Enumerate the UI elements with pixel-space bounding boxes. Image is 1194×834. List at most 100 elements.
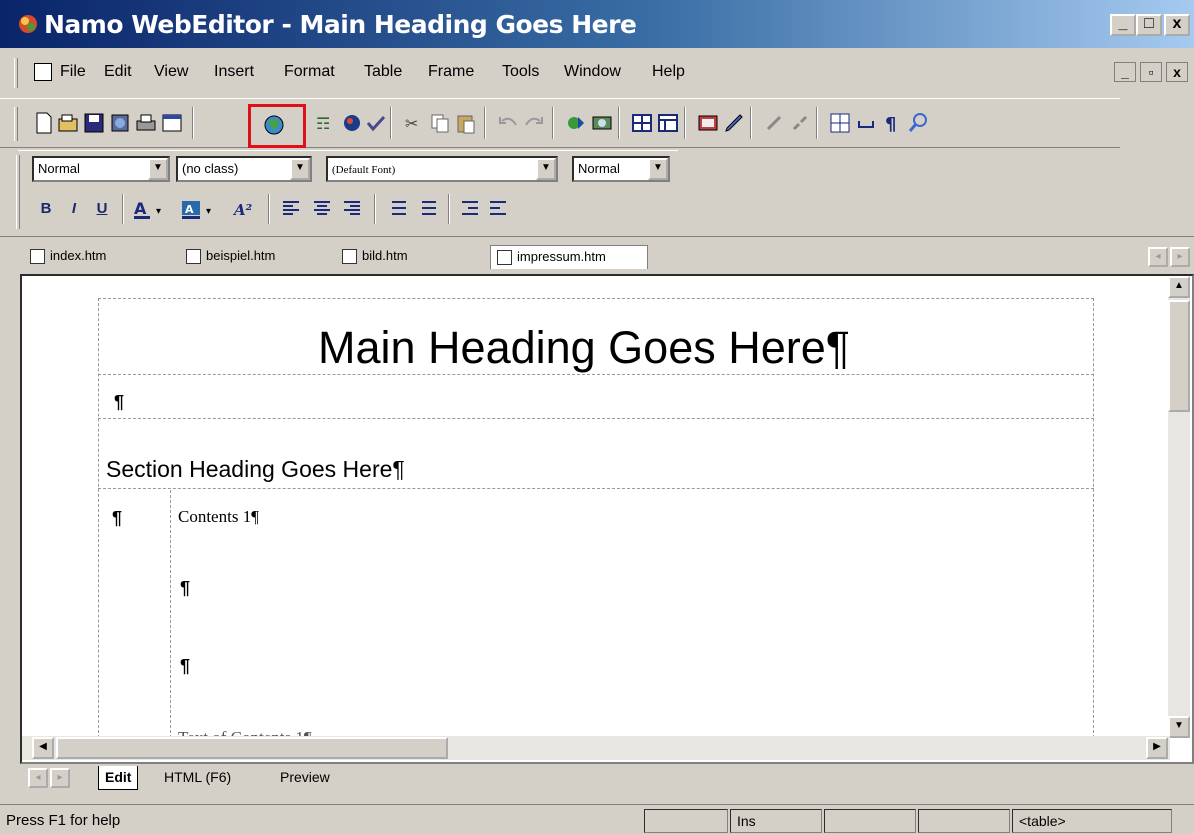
tab-html[interactable]: HTML (F6) <box>158 766 237 790</box>
font-size-select[interactable]: Normal ▼ <box>572 156 670 182</box>
minimize-button[interactable]: _ <box>1110 14 1136 36</box>
spelling-icon[interactable]: ☶ <box>314 111 338 135</box>
font-select[interactable]: (Default Font) ▼ <box>326 156 558 182</box>
font-size-icon[interactable]: A² <box>232 198 262 220</box>
menu-help[interactable]: Help <box>652 63 685 81</box>
chevron-down-icon[interactable]: ▼ <box>648 158 668 180</box>
toolbar-grip[interactable] <box>14 107 18 141</box>
new-page-icon[interactable] <box>32 111 56 135</box>
doc-minimize-button[interactable]: _ <box>1114 62 1136 82</box>
tab-scroll-right-icon[interactable]: ▸ <box>1170 247 1190 267</box>
formatting-grip[interactable] <box>16 155 20 229</box>
paragraph-style-value: Normal <box>38 161 80 176</box>
insert-table-icon[interactable] <box>630 111 654 135</box>
link-icon[interactable] <box>762 111 786 135</box>
menubar-grip[interactable] <box>14 58 18 88</box>
chevron-down-icon[interactable]: ▼ <box>148 158 168 180</box>
menu-window[interactable]: Window <box>564 63 621 81</box>
tab-label: impressum.htm <box>517 249 606 264</box>
mode-scroll-right-icon[interactable]: ▸ <box>50 768 70 788</box>
check-icon[interactable] <box>364 111 388 135</box>
insert-form-icon[interactable] <box>696 111 720 135</box>
tab-bild[interactable]: bild.htm <box>336 245 486 269</box>
menu-table[interactable]: Table <box>364 63 402 81</box>
scroll-left-icon[interactable]: ◀ <box>32 737 54 759</box>
contents-text[interactable]: Contents 1¶ <box>178 507 259 527</box>
font-color-icon[interactable]: A ▾ <box>132 198 178 220</box>
line-break-icon[interactable] <box>854 111 878 135</box>
paste-icon[interactable] <box>454 111 478 135</box>
mode-scroll-left-icon[interactable]: ◂ <box>28 768 48 788</box>
title-bar: Namo WebEditor - Main Heading Goes Here … <box>0 0 1194 48</box>
copy-icon[interactable] <box>428 111 452 135</box>
document-icon[interactable] <box>34 63 52 81</box>
scroll-right-icon[interactable]: ▶ <box>1146 737 1168 759</box>
namo-app-icon[interactable] <box>16 13 40 35</box>
empty-paragraph[interactable]: ¶ <box>180 578 190 599</box>
html-page-icon <box>186 249 201 264</box>
doc-close-button[interactable]: x <box>1166 62 1188 82</box>
cut-icon[interactable]: ✂ <box>402 111 426 135</box>
view-mode-tabs: ◂ ▸ Edit HTML (F6) Preview <box>20 766 1194 792</box>
save-icon[interactable] <box>82 111 106 135</box>
page-properties-icon[interactable] <box>160 111 184 135</box>
vertical-scroll-thumb[interactable] <box>1168 300 1190 412</box>
highlight-color-icon[interactable]: A ▾ <box>180 198 226 220</box>
unlink-icon[interactable] <box>788 111 812 135</box>
tab-beispiel[interactable]: beispiel.htm <box>180 245 330 269</box>
horizontal-scrollbar[interactable]: ◀ ▶ <box>22 736 1170 760</box>
menu-tools[interactable]: Tools <box>502 63 539 81</box>
close-button[interactable]: x <box>1164 14 1190 36</box>
insert-image-icon[interactable] <box>564 111 588 135</box>
status-pane-3 <box>824 809 916 833</box>
indent-icon <box>490 201 506 215</box>
find-icon[interactable] <box>906 111 930 135</box>
section-heading[interactable]: Section Heading Goes Here¶ <box>106 456 405 483</box>
paragraph-marks-icon[interactable]: ¶ <box>880 111 904 135</box>
font-size-value: Normal <box>578 161 620 176</box>
vertical-scrollbar[interactable]: ▲ ▼ <box>1168 276 1190 738</box>
empty-paragraph[interactable]: ¶ <box>180 656 190 677</box>
menu-edit[interactable]: Edit <box>104 63 132 81</box>
doc-restore-button[interactable]: ▫ <box>1140 62 1162 82</box>
empty-paragraph[interactable]: ¶ <box>112 508 122 529</box>
horizontal-scroll-thumb[interactable] <box>56 737 448 759</box>
hyperlink-icon[interactable] <box>590 111 614 135</box>
publish-icon[interactable] <box>108 111 132 135</box>
bold-button[interactable]: B <box>34 196 58 222</box>
main-heading[interactable]: Main Heading Goes Here¶ <box>318 322 850 374</box>
print-icon[interactable] <box>134 111 158 135</box>
underline-button[interactable]: U <box>90 196 114 222</box>
class-value: (no class) <box>182 161 239 176</box>
chevron-down-icon[interactable]: ▼ <box>536 158 556 180</box>
tab-edit[interactable]: Edit <box>98 766 139 790</box>
menu-format[interactable]: Format <box>284 63 335 81</box>
scroll-down-icon[interactable]: ▼ <box>1168 716 1190 738</box>
class-select[interactable]: (no class) ▼ <box>176 156 312 182</box>
empty-paragraph[interactable]: ¶ <box>114 392 124 413</box>
open-icon[interactable] <box>56 111 80 135</box>
tab-scroll-left-icon[interactable]: ◂ <box>1148 247 1168 267</box>
tab-index[interactable]: index.htm <box>24 245 164 269</box>
list-buttons[interactable] <box>384 198 444 220</box>
pencil-icon[interactable] <box>722 111 746 135</box>
color-icon[interactable] <box>340 111 364 135</box>
menu-view[interactable]: View <box>154 63 188 81</box>
undo-icon[interactable] <box>496 111 520 135</box>
tab-preview[interactable]: Preview <box>274 766 336 790</box>
menu-file[interactable]: File <box>60 63 86 81</box>
italic-button[interactable]: I <box>62 196 86 222</box>
indent-buttons[interactable] <box>458 198 518 220</box>
menu-frame[interactable]: Frame <box>428 63 474 81</box>
maximize-button[interactable]: □ <box>1136 14 1162 36</box>
status-current-tag: <table> <box>1012 809 1172 833</box>
redo-icon[interactable] <box>522 111 546 135</box>
paragraph-style-select[interactable]: Normal ▼ <box>32 156 170 182</box>
insert-frame-icon[interactable] <box>656 111 680 135</box>
scroll-up-icon[interactable]: ▲ <box>1168 276 1190 298</box>
tab-impressum[interactable]: impressum.htm <box>490 245 648 269</box>
layout-grid-icon[interactable] <box>828 111 852 135</box>
align-buttons[interactable] <box>280 198 370 220</box>
menu-insert[interactable]: Insert <box>214 63 254 81</box>
chevron-down-icon[interactable]: ▼ <box>290 158 310 180</box>
